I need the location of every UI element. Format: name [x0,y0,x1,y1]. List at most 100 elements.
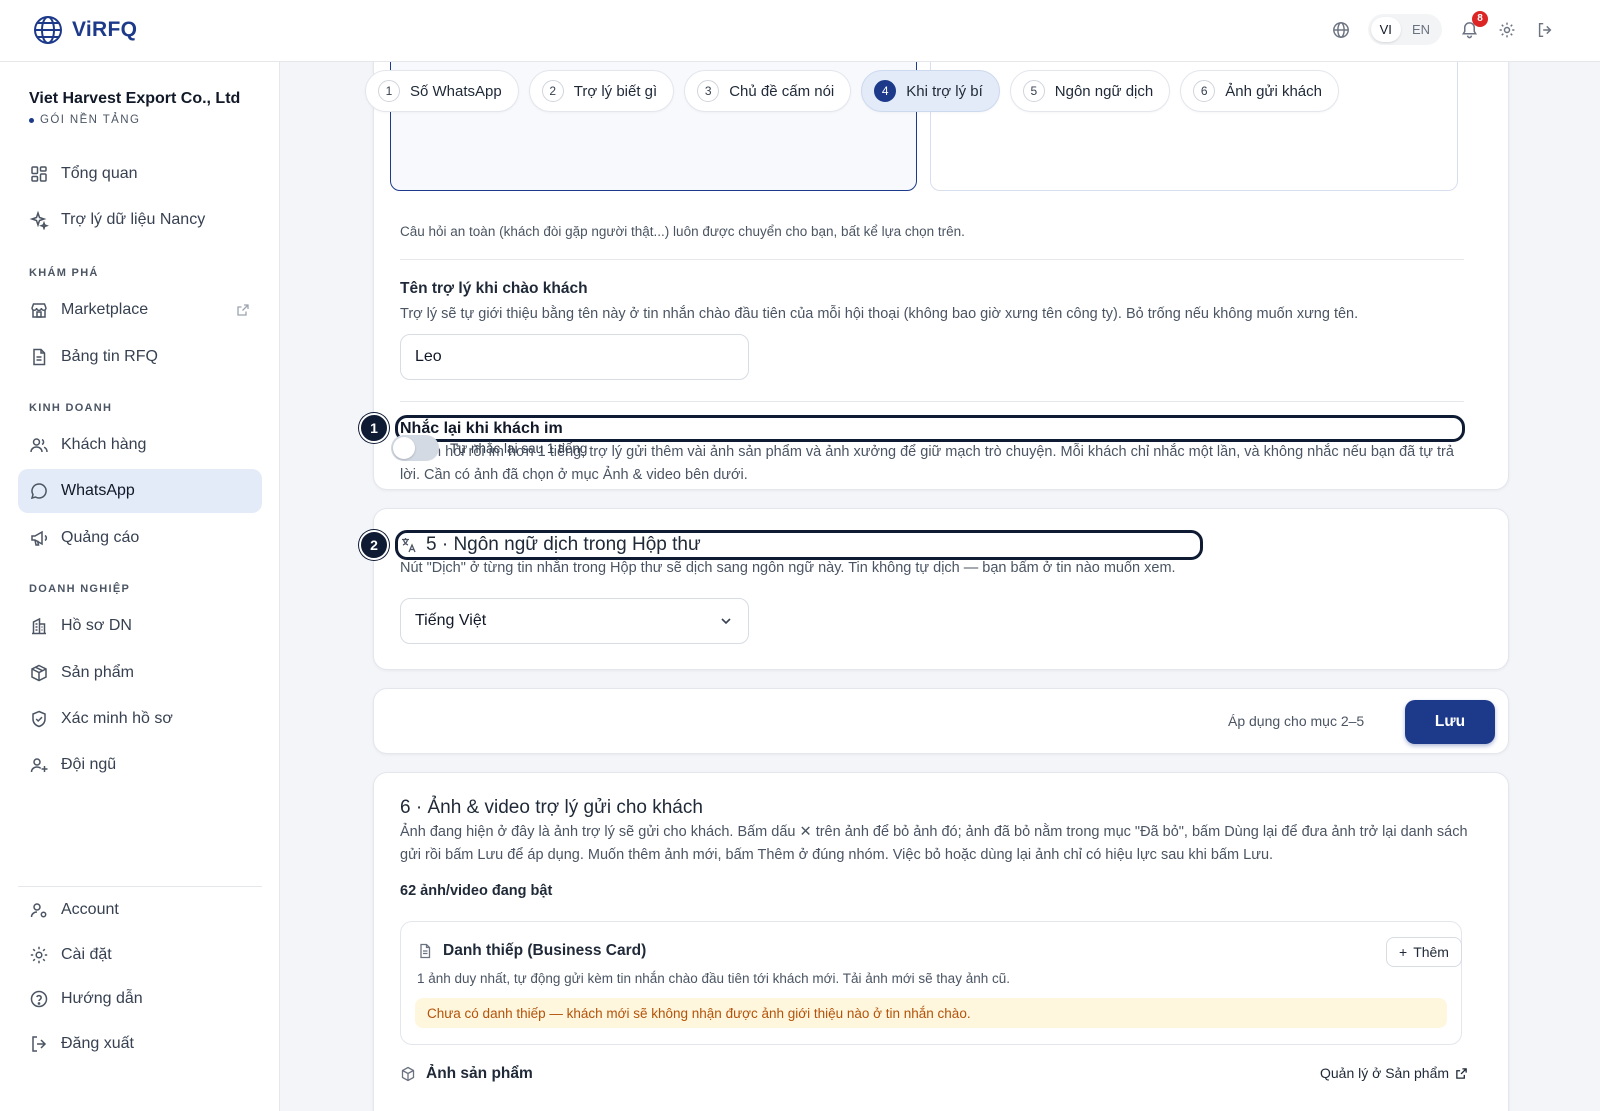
tab-label: Khi trợ lý bí [906,82,983,100]
tab-when-stuck[interactable]: 4 Khi trợ lý bí [861,70,1000,112]
sidebar-item-label: Account [61,901,119,918]
section-tabs: 1 Số WhatsApp 2 Trợ lý biết gì 3 Chủ đề … [365,70,1339,112]
sidebar-item-logout[interactable]: Đăng xuất [18,1022,262,1066]
assistant-name-input[interactable]: Leo [400,334,749,380]
plan-label: GÓI NỀN TẢNG [40,114,141,126]
sidebar-item-account[interactable]: Account [18,888,262,932]
business-card-warning: Chưa có danh thiếp — khách mới sẽ không … [415,998,1447,1028]
sidebar-item-label: Bảng tin RFQ [61,348,158,365]
business-card-title: Danh thiếp (Business Card) [417,942,646,960]
add-business-card-button[interactable]: + Thêm [1386,937,1462,967]
sidebar-item-products[interactable]: Sản phẩm [18,651,262,695]
tab-translation-language[interactable]: 5 Ngôn ngữ dịch [1009,70,1171,112]
globe-icon[interactable] [1330,19,1352,41]
manage-products-label: Quản lý ở Sản phẩm [1320,1065,1450,1081]
tab-label: Số WhatsApp [410,82,502,100]
assistant-behavior-card: Câu hỏi an toàn (khách đòi gặp người thậ… [359,62,1509,490]
annotation-marker-1: 1 [359,413,389,443]
sidebar-item-nancy[interactable]: Trợ lý dữ liệu Nancy [18,198,262,242]
sidebar-item-whatsapp[interactable]: WhatsApp [18,469,262,513]
tab-label: Ảnh gửi khách [1225,82,1322,100]
megaphone-icon [31,530,48,546]
translate-icon [402,538,416,553]
tab-assistant-knowledge[interactable]: 2 Trợ lý biết gì [528,70,675,112]
gear-icon[interactable] [1496,19,1518,41]
lang-vi-option[interactable]: VI [1370,17,1401,42]
sidebar-item-label: Khách hàng [61,436,147,453]
notification-badge: 8 [1472,10,1488,27]
sidebar-item-company-profile[interactable]: Hồ sơ DN [18,604,262,648]
sidebar-item-label: Tổng quan [61,165,138,182]
translation-title: 5 · Ngôn ngữ dịch trong Hộp thư [400,534,701,556]
top-bar: ViRFQ VI EN 8 [0,0,1600,62]
tab-number: 6 [1193,80,1216,102]
assistant-name-desc: Trợ lý sẽ tự giới thiệu bằng tên này ở t… [400,306,1359,322]
business-card-desc: 1 ảnh duy nhất, tự động gửi kèm tin nhắn… [417,971,1010,986]
sidebar-item-team[interactable]: Đội ngũ [18,743,262,787]
account-icon [30,903,47,918]
media-card: 6 · Ảnh & video trợ lý gửi cho khách Ảnh… [373,772,1509,1111]
toggle-knob [393,437,415,459]
add-label: Thêm [1413,944,1449,960]
sidebar-item-help[interactable]: Hướng dẫn [18,977,262,1021]
plus-icon: + [1399,944,1408,960]
app-logo[interactable]: ViRFQ [32,14,137,46]
sidebar-item-label: Xác minh hồ sơ [61,710,173,727]
tab-number: 5 [1022,80,1045,102]
translation-title-text: 5 · Ngôn ngữ dịch trong Hộp thư [426,534,701,555]
save-button[interactable]: Lưu [1405,700,1495,744]
logout-icon[interactable] [1534,19,1556,41]
sidebar-item-marketplace[interactable]: Marketplace [18,288,262,332]
business-card-group: Danh thiếp (Business Card) + Thêm 1 ảnh … [400,921,1462,1045]
sidebar-item-label: Quảng cáo [61,529,140,546]
media-desc: Ảnh đang hiện ở đây là ảnh trợ lý sẽ gửi… [400,824,1468,863]
language-toggle: VI EN [1367,14,1442,45]
logout-icon [32,1036,47,1052]
reminder-toggle[interactable] [391,435,439,461]
bell-icon[interactable]: 8 [1458,10,1488,41]
sidebar-item-customers[interactable]: Khách hàng [18,423,262,467]
sidebar-item-label: Marketplace [61,301,149,318]
document-icon [33,348,46,366]
help-icon [30,990,48,1008]
users-icon [30,438,48,453]
user-plus-icon [30,758,48,773]
save-scope-note: Áp dụng cho mục 2–5 [1228,713,1365,729]
translation-language-card: 2 5 · Ngôn ngữ dịch trong Hộp thư Nút "D… [359,508,1509,670]
tab-label: Ngôn ngữ dịch [1054,82,1154,100]
building-icon [32,617,46,635]
sidebar-item-ads[interactable]: Quảng cáo [18,516,262,560]
tab-forbidden-topics[interactable]: 3 Chủ đề cấm nói [684,70,852,112]
sidebar-item-overview[interactable]: Tổng quan [18,152,262,196]
sidebar-item-label: WhatsApp [61,482,135,499]
external-link-icon [1456,1067,1467,1079]
divider [400,259,1464,260]
sidebar-item-label: Đội ngũ [61,756,117,773]
tab-whatsapp-number[interactable]: 1 Số WhatsApp [365,70,519,112]
chevron-down-icon [721,618,731,625]
tab-customer-photos[interactable]: 6 Ảnh gửi khách [1180,70,1339,112]
sidebar-divider [18,886,262,887]
lang-en-option[interactable]: EN [1403,17,1439,42]
safety-note: Câu hỏi an toàn (khách đòi gặp người thậ… [400,224,965,239]
sparkle-icon [29,210,49,230]
media-title: 6 · Ảnh & video trợ lý gửi cho khách [400,797,703,818]
manage-products-link[interactable]: Quản lý ở Sản phẩm [1320,1065,1468,1081]
sidebar-item-label: Sản phẩm [61,664,134,681]
sidebar-item-rfq-board[interactable]: Bảng tin RFQ [18,335,262,379]
tab-number: 1 [378,80,400,102]
company-block: Viet Harvest Export Co., Ltd GÓI NỀN TẢN… [29,90,240,126]
box-icon [31,664,47,682]
annotation-marker-2: 2 [359,530,389,560]
globe-logo-icon [34,16,62,44]
tab-number: 3 [697,80,720,102]
box-icon [401,1066,415,1082]
translation-language-select[interactable]: Tiếng Việt [400,598,749,644]
divider [400,401,1464,402]
save-bar: Áp dụng cho mục 2–5 Lưu [373,688,1509,754]
sidebar-item-settings[interactable]: Cài đặt [18,933,262,977]
sidebar-item-label: Hồ sơ DN [61,617,132,634]
section-explore: KHÁM PHÁ [29,267,99,279]
sidebar-item-verification[interactable]: Xác minh hồ sơ [18,697,262,741]
media-count: 62 ảnh/video đang bật [400,883,553,899]
